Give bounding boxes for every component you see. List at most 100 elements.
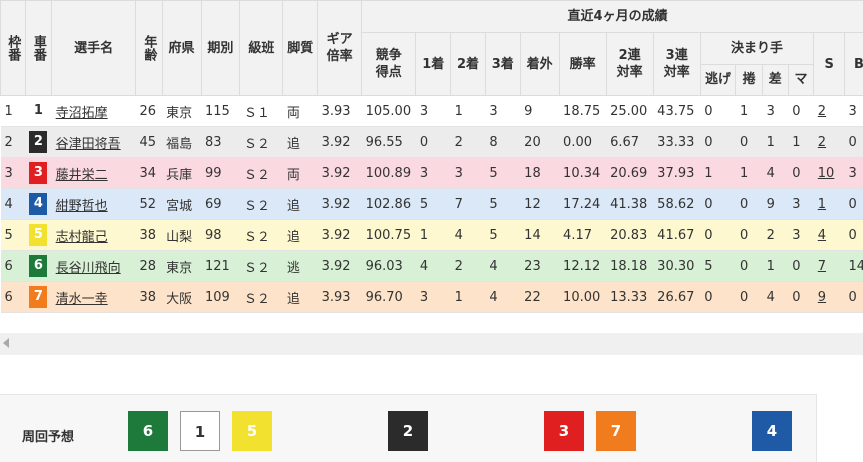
s-count-link[interactable]: 7: [818, 259, 826, 274]
header-first: 1着: [416, 33, 451, 96]
s-count-link[interactable]: 2: [818, 135, 826, 150]
prediction-car-box: 1: [180, 411, 220, 451]
makuri-count-cell: 1: [736, 96, 763, 127]
car-number-badge: 1: [29, 100, 47, 122]
b-count-cell: 3: [844, 96, 863, 127]
rider-name-link[interactable]: 藤井栄二: [56, 168, 108, 183]
header-kimarite: 決まり手: [701, 33, 814, 65]
age-cell: 52: [136, 189, 163, 220]
mark-count-cell: 0: [788, 251, 814, 282]
term-cell: 115: [201, 96, 240, 127]
win-rate-cell: 18.75: [559, 96, 606, 127]
top2-rate-cell: 41.38: [606, 189, 653, 220]
class-cell: Ｓ２: [240, 282, 283, 313]
sashi-count-cell: 2: [763, 220, 789, 251]
nige-count-cell: 0: [700, 96, 736, 127]
rider-name-link[interactable]: 清水一幸: [56, 292, 108, 307]
class-cell: Ｓ２: [240, 127, 283, 158]
prefecture-cell: 東京: [162, 251, 201, 282]
lap-prediction-panel: 周回予想 6 1 5 2 3 7 4: [0, 394, 817, 462]
prefecture-cell: 宮城: [162, 189, 201, 220]
prediction-car-box: 5: [232, 411, 272, 451]
rider-name-link[interactable]: 寺沼拓摩: [56, 106, 108, 121]
sashi-count-cell: 1: [763, 251, 789, 282]
prefecture-cell: 東京: [162, 96, 201, 127]
term-cell: 99: [201, 158, 240, 189]
s-count-link[interactable]: 1: [818, 197, 826, 212]
nige-count-cell: 5: [700, 251, 736, 282]
sashi-count-cell: 9: [763, 189, 789, 220]
header-score: 競争得点: [362, 33, 416, 96]
score-cell: 96.03: [362, 251, 416, 282]
out-count-cell: 20: [520, 127, 559, 158]
header-recent: 直近4ヶ月の成績: [362, 1, 863, 33]
rider-name-link[interactable]: 谷津田将吾: [56, 137, 121, 152]
gear-cell: 3.92: [318, 220, 362, 251]
rider-rows: 11寺沼拓摩26東京115Ｓ１両3.93105.00313918.7525.00…: [1, 96, 863, 313]
makuri-count-cell: 0: [736, 127, 763, 158]
style-cell: 両: [283, 96, 318, 127]
car-number-badge: 2: [29, 131, 47, 153]
third-count-cell: 4: [485, 251, 520, 282]
scroll-left-arrow-icon[interactable]: [3, 338, 9, 348]
second-count-cell: 4: [451, 220, 486, 251]
header-kimarite-group: 決まり手 逃げ 捲 差 マ: [700, 33, 814, 96]
waku-cell: 5: [1, 220, 26, 251]
gear-cell: 3.93: [318, 282, 362, 313]
horizontal-scrollbar[interactable]: [0, 333, 863, 355]
mark-count-cell: 3: [788, 189, 814, 220]
rider-name-link[interactable]: 志村龍己: [56, 230, 108, 245]
waku-cell: 3: [1, 158, 26, 189]
rider-name-link[interactable]: 紺野哲也: [56, 199, 108, 214]
prefecture-cell: 兵庫: [162, 158, 201, 189]
rider-name-cell: 長谷川飛向: [52, 251, 136, 282]
mark-count-cell: 3: [788, 220, 814, 251]
gear-cell: 3.93: [318, 96, 362, 127]
header-age: 年齢: [136, 1, 163, 96]
b-count-cell: 0: [844, 282, 863, 313]
rider-row: 33藤井栄二34兵庫99Ｓ２両3.92100.893351810.3420.69…: [1, 158, 863, 189]
gear-cell: 3.92: [318, 158, 362, 189]
s-count-link[interactable]: 10: [818, 166, 835, 181]
s-count-link[interactable]: 2: [818, 104, 826, 119]
second-count-cell: 3: [451, 158, 486, 189]
mark-count-cell: 0: [788, 158, 814, 189]
third-count-cell: 5: [485, 220, 520, 251]
s-count-link[interactable]: 4: [818, 228, 826, 243]
s-count-cell: 4: [814, 220, 845, 251]
rider-row: 22谷津田将吾45福島83Ｓ２追3.9296.55028200.006.6733…: [1, 127, 863, 158]
header-class: 級班: [240, 1, 283, 96]
makuri-count-cell: 0: [736, 251, 763, 282]
car-number-badge: 7: [29, 286, 47, 308]
header-rate3: 3連対率: [653, 33, 700, 96]
score-cell: 96.70: [362, 282, 416, 313]
age-cell: 28: [136, 251, 163, 282]
header-out: 着外: [520, 33, 559, 96]
header-car: 車番: [25, 1, 52, 96]
style-cell: 逃: [283, 251, 318, 282]
nige-count-cell: 0: [700, 220, 736, 251]
prefecture-cell: 福島: [162, 127, 201, 158]
first-count-cell: 1: [416, 220, 451, 251]
win-rate-cell: 17.24: [559, 189, 606, 220]
rider-row: 55志村龍己38山梨98Ｓ２追3.92100.75145144.1720.834…: [1, 220, 863, 251]
nige-count-cell: 0: [700, 189, 736, 220]
out-count-cell: 23: [520, 251, 559, 282]
s-count-link[interactable]: 9: [818, 290, 826, 305]
header-style: 脚質: [283, 1, 318, 96]
top3-rate-cell: 43.75: [653, 96, 700, 127]
third-count-cell: 8: [485, 127, 520, 158]
header-waku: 枠番: [1, 1, 26, 96]
first-count-cell: 3: [416, 158, 451, 189]
term-cell: 69: [201, 189, 240, 220]
top3-rate-cell: 33.33: [653, 127, 700, 158]
class-cell: Ｓ２: [240, 189, 283, 220]
header-winrate: 勝率: [559, 33, 606, 96]
second-count-cell: 1: [451, 96, 486, 127]
style-cell: 追: [283, 282, 318, 313]
makuri-count-cell: 0: [736, 282, 763, 313]
rider-name-link[interactable]: 長谷川飛向: [56, 261, 121, 276]
top3-rate-cell: 41.67: [653, 220, 700, 251]
top3-rate-cell: 58.62: [653, 189, 700, 220]
header-sashi: 差: [763, 65, 789, 95]
